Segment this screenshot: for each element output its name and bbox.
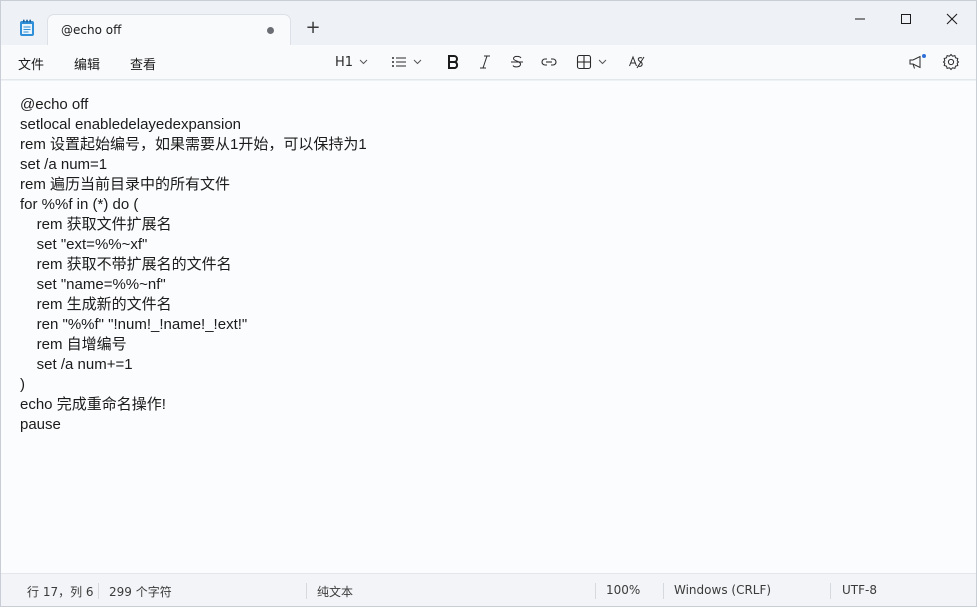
unsaved-dot-icon[interactable] xyxy=(267,27,274,34)
megaphone-icon xyxy=(909,54,926,69)
maximize-button[interactable] xyxy=(883,7,929,31)
editor-line: rem 遍历当前目录中的所有文件 xyxy=(20,176,231,193)
strikethrough-button[interactable] xyxy=(510,51,524,73)
editor-line: setlocal enabledelayedexpansion xyxy=(20,116,242,133)
clear-format-icon xyxy=(629,55,645,69)
heading-label: H1 xyxy=(335,54,354,70)
editor-line: for %%f in (*) do ( xyxy=(20,196,139,213)
editor-line: rem 获取文件扩展名 xyxy=(20,216,172,233)
notepad-app-icon xyxy=(19,19,35,37)
link-button[interactable] xyxy=(540,51,558,73)
editor-line: @echo off xyxy=(20,96,89,113)
notepad-window: @echo off + 文件 编辑 查看 H1 @echo off setloc… xyxy=(0,0,977,607)
document-tab[interactable]: @echo off xyxy=(47,14,291,45)
chevron-down-icon xyxy=(413,59,422,65)
zoom-level[interactable]: 100% xyxy=(606,583,640,597)
editor-line: rem 生成新的文件名 xyxy=(20,296,172,313)
menu-edit[interactable]: 编辑 xyxy=(74,54,100,73)
status-divider xyxy=(306,583,307,599)
editor-line: rem 自增编号 xyxy=(20,336,127,353)
status-divider xyxy=(595,583,596,599)
list-dropdown[interactable] xyxy=(391,51,422,73)
editor-line: rem 设置起始编号，如果需要从1开始，可以保持为1 xyxy=(20,136,367,153)
menu-bar: 文件 编辑 查看 H1 xyxy=(1,45,976,80)
menu-file[interactable]: 文件 xyxy=(18,54,44,73)
editor-line: set /a num=1 xyxy=(20,156,108,173)
chevron-down-icon xyxy=(598,59,607,65)
table-icon xyxy=(576,54,592,70)
status-divider xyxy=(98,583,99,599)
gear-icon xyxy=(942,53,960,71)
minimize-button[interactable] xyxy=(837,7,883,31)
close-button[interactable] xyxy=(929,7,975,31)
editor-line: pause xyxy=(20,416,61,433)
text-editor[interactable]: @echo off setlocal enabledelayedexpansio… xyxy=(1,81,976,573)
close-icon xyxy=(946,13,958,25)
link-icon xyxy=(541,58,557,66)
file-encoding[interactable]: UTF-8 xyxy=(842,583,877,597)
text-format[interactable]: 纯文本 xyxy=(317,583,353,600)
chevron-down-icon xyxy=(359,59,368,65)
editor-line: set /a num+=1 xyxy=(20,356,133,373)
minimize-icon xyxy=(855,18,865,20)
editor-line: rem 获取不带扩展名的文件名 xyxy=(20,256,232,273)
status-bar: 行 17，列 6 299 个字符 纯文本 100% Windows (CRLF)… xyxy=(1,573,976,606)
italic-button[interactable] xyxy=(478,51,492,73)
strikethrough-icon xyxy=(511,55,523,68)
cursor-position: 行 17，列 6 xyxy=(27,585,94,599)
character-count: 299 个字符 xyxy=(109,585,172,599)
menu-view[interactable]: 查看 xyxy=(130,54,156,73)
maximize-icon xyxy=(901,14,911,24)
title-bar: @echo off + xyxy=(1,1,976,45)
clear-format-button[interactable] xyxy=(628,51,646,73)
italic-icon xyxy=(480,55,490,69)
table-dropdown[interactable] xyxy=(576,51,607,73)
editor-line: set "name=%%~nf" xyxy=(20,276,166,293)
heading-dropdown[interactable]: H1 xyxy=(335,51,368,73)
new-tab-button[interactable]: + xyxy=(303,18,323,38)
bold-icon xyxy=(448,55,459,69)
tab-title: @echo off xyxy=(61,23,122,37)
editor-line: ren "%%f" "!num!_!name!_!ext!" xyxy=(20,316,248,333)
bold-button[interactable] xyxy=(446,51,460,73)
list-icon xyxy=(392,57,406,67)
status-divider xyxy=(830,583,831,599)
editor-line: ) xyxy=(20,376,25,393)
editor-line: echo 完成重命名操作! xyxy=(20,396,166,413)
announcements-button[interactable] xyxy=(907,51,927,73)
status-divider xyxy=(663,583,664,599)
line-ending[interactable]: Windows (CRLF) xyxy=(674,583,771,597)
editor-line: set "ext=%%~xf" xyxy=(20,236,148,253)
settings-button[interactable] xyxy=(942,51,960,73)
